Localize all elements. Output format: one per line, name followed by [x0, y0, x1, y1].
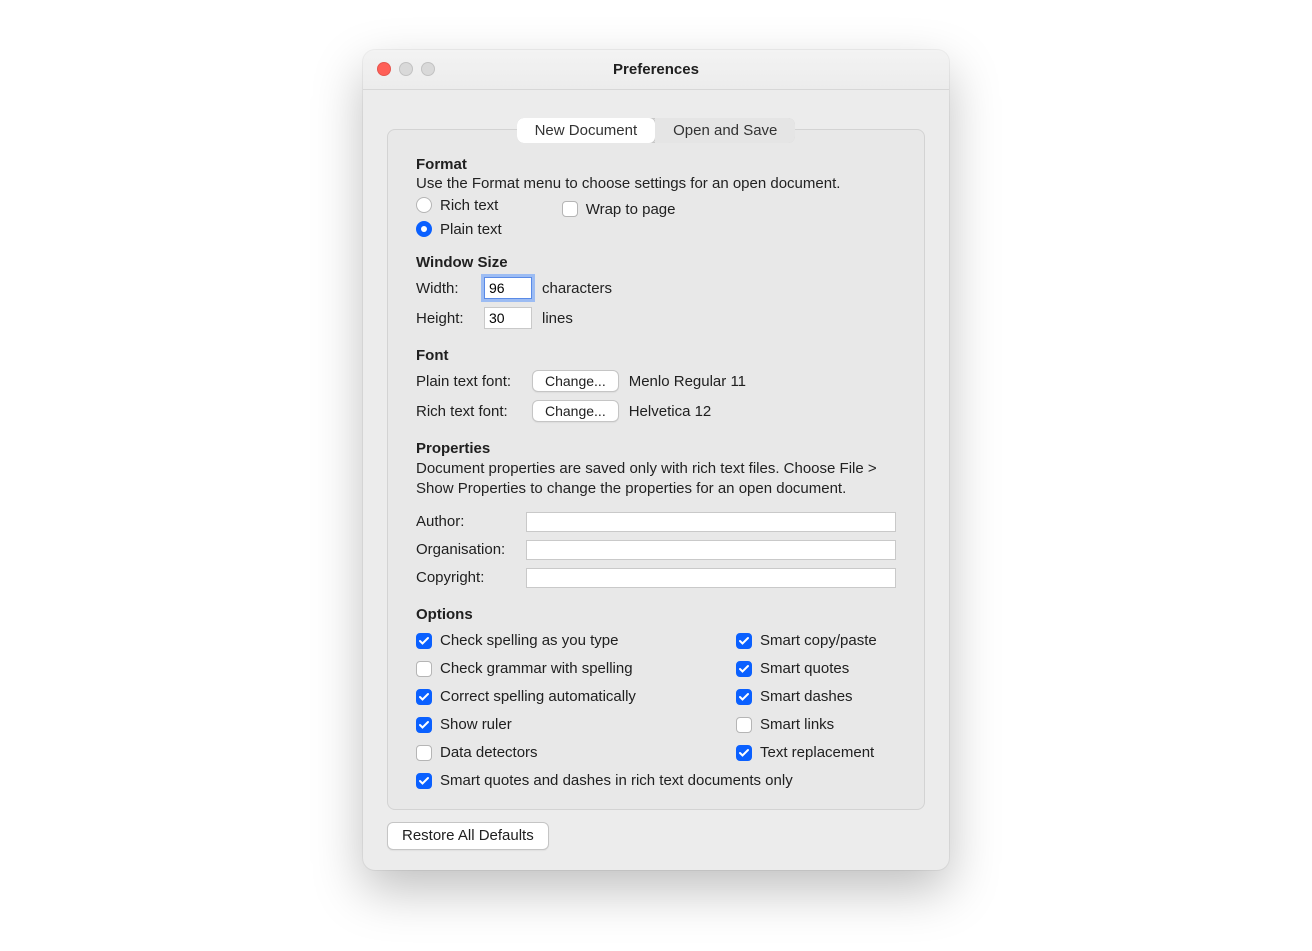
zoom-button[interactable] — [421, 62, 435, 76]
checkbox-label: Text replacement — [760, 744, 874, 761]
radio-icon — [416, 221, 432, 237]
plain-font-label: Plain text font: — [416, 373, 522, 390]
window-title: Preferences — [613, 61, 699, 78]
checkbox-icon — [736, 661, 752, 677]
segmented-control: New Document Open and Save — [517, 118, 796, 143]
checkbox-label: Show ruler — [440, 716, 512, 733]
checkbox-rich-text-only[interactable]: Smart quotes and dashes in rich text doc… — [416, 769, 896, 793]
checkbox-smart-quotes[interactable]: Smart quotes — [736, 657, 896, 681]
radio-icon — [416, 197, 432, 213]
properties-heading: Properties — [416, 440, 896, 457]
checkbox-label: Data detectors — [440, 744, 538, 761]
organisation-label: Organisation: — [416, 541, 516, 558]
checkbox-icon — [416, 633, 432, 649]
checkbox-check-spelling[interactable]: Check spelling as you type — [416, 629, 736, 653]
radio-plain-text[interactable]: Plain text — [416, 218, 502, 240]
checkbox-label: Smart copy/paste — [760, 632, 877, 649]
checkbox-show-ruler[interactable]: Show ruler — [416, 713, 736, 737]
options-heading: Options — [416, 606, 896, 623]
checkbox-data-detectors[interactable]: Data detectors — [416, 741, 736, 765]
checkbox-icon — [736, 745, 752, 761]
format-heading: Format — [416, 156, 896, 173]
height-input[interactable] — [484, 307, 532, 329]
checkbox-label: Check spelling as you type — [440, 632, 618, 649]
height-unit: lines — [542, 310, 573, 327]
font-heading: Font — [416, 347, 896, 364]
copyright-input[interactable] — [526, 568, 896, 588]
rich-font-value: Helvetica 12 — [629, 403, 712, 420]
checkbox-text-replacement[interactable]: Text replacement — [736, 741, 896, 765]
copyright-label: Copyright: — [416, 569, 516, 586]
radio-label: Plain text — [440, 221, 502, 238]
titlebar: Preferences — [363, 50, 949, 90]
checkbox-label: Check grammar with spelling — [440, 660, 633, 677]
format-desc: Use the Format menu to choose settings f… — [416, 175, 896, 192]
checkbox-icon — [416, 745, 432, 761]
minimize-button[interactable] — [399, 62, 413, 76]
traffic-lights — [377, 62, 435, 76]
checkbox-label: Correct spelling automatically — [440, 688, 636, 705]
checkbox-check-grammar[interactable]: Check grammar with spelling — [416, 657, 736, 681]
organisation-input[interactable] — [526, 540, 896, 560]
checkbox-label: Smart dashes — [760, 688, 853, 705]
settings-panel: Format Use the Format menu to choose set… — [387, 129, 925, 810]
radio-rich-text[interactable]: Rich text — [416, 194, 502, 216]
height-label: Height: — [416, 310, 474, 327]
change-rich-font-button[interactable]: Change... — [532, 400, 619, 422]
checkbox-icon — [416, 717, 432, 733]
checkbox-icon — [736, 633, 752, 649]
radio-label: Rich text — [440, 197, 498, 214]
window-size-heading: Window Size — [416, 254, 896, 271]
checkbox-icon — [562, 201, 578, 217]
tab-open-and-save[interactable]: Open and Save — [655, 118, 795, 143]
checkbox-label: Smart links — [760, 716, 834, 733]
tab-new-document[interactable]: New Document — [517, 118, 656, 143]
plain-font-value: Menlo Regular 11 — [629, 373, 746, 390]
checkbox-icon — [416, 773, 432, 789]
checkbox-icon — [736, 717, 752, 733]
checkbox-icon — [736, 689, 752, 705]
author-label: Author: — [416, 513, 516, 530]
width-label: Width: — [416, 280, 474, 297]
checkbox-correct-spelling[interactable]: Correct spelling automatically — [416, 685, 736, 709]
checkbox-smart-dashes[interactable]: Smart dashes — [736, 685, 896, 709]
width-unit: characters — [542, 280, 612, 297]
preferences-window: Preferences New Document Open and Save F… — [363, 50, 949, 870]
checkbox-wrap-to-page[interactable]: Wrap to page — [562, 198, 676, 220]
checkbox-label: Wrap to page — [586, 201, 676, 218]
checkbox-label: Smart quotes and dashes in rich text doc… — [440, 772, 793, 789]
checkbox-icon — [416, 689, 432, 705]
close-button[interactable] — [377, 62, 391, 76]
change-plain-font-button[interactable]: Change... — [532, 370, 619, 392]
width-input[interactable] — [484, 277, 532, 299]
author-input[interactable] — [526, 512, 896, 532]
properties-desc: Document properties are saved only with … — [416, 459, 896, 500]
rich-font-label: Rich text font: — [416, 403, 522, 420]
checkbox-smart-links[interactable]: Smart links — [736, 713, 896, 737]
checkbox-label: Smart quotes — [760, 660, 849, 677]
restore-defaults-button[interactable]: Restore All Defaults — [387, 822, 549, 850]
checkbox-icon — [416, 661, 432, 677]
checkbox-smart-copy-paste[interactable]: Smart copy/paste — [736, 629, 896, 653]
